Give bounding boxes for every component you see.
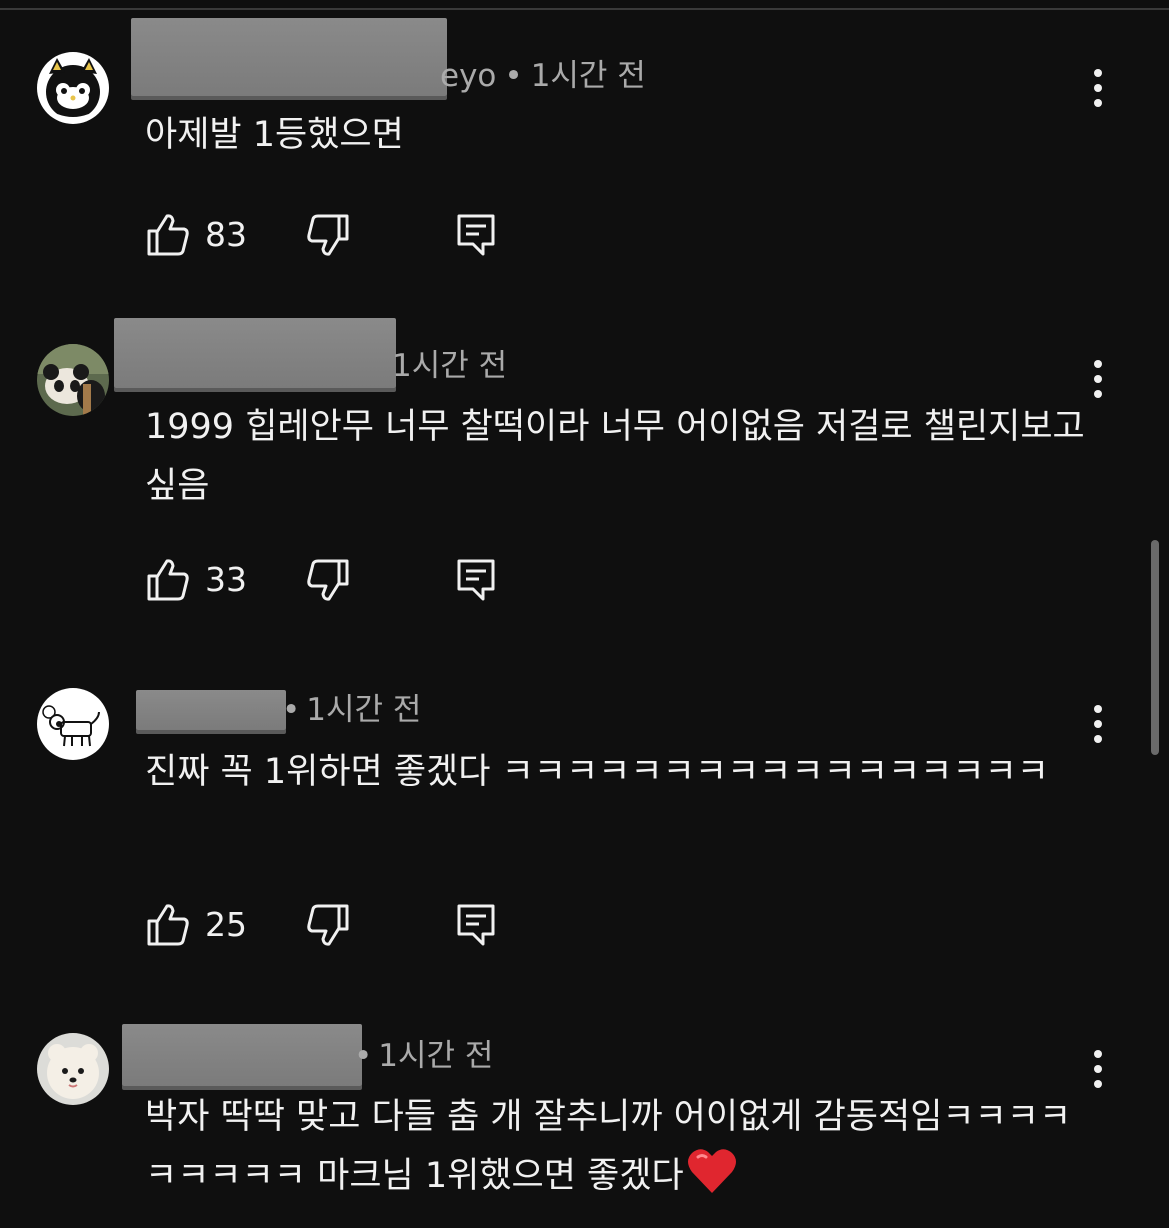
like-button[interactable]: 83 — [145, 212, 305, 258]
meta-separator: • — [504, 58, 523, 94]
heart-icon — [687, 1149, 736, 1193]
thumbs-up-icon — [147, 214, 189, 256]
reply-comment-icon — [457, 904, 495, 946]
author-name-suffix[interactable]: eyo — [440, 58, 496, 94]
author-name-redacted[interactable] — [114, 318, 396, 388]
more-vertical-icon — [1094, 69, 1102, 107]
more-options-button[interactable] — [1080, 1047, 1116, 1091]
thumbs-down-icon — [307, 904, 349, 946]
comment-time[interactable]: 1시간 전 — [392, 348, 507, 384]
comment-actions: 25 — [145, 901, 497, 949]
like-count: 25 — [205, 905, 247, 944]
avatar[interactable] — [37, 52, 109, 124]
cat-avatar-image — [37, 52, 109, 124]
meta-separator: • — [354, 1038, 373, 1074]
pomeranian-avatar-image — [37, 1033, 109, 1105]
reply-comment-icon — [457, 214, 495, 256]
more-options-button[interactable] — [1080, 357, 1116, 401]
reply-comment-icon — [457, 559, 495, 601]
top-divider — [0, 8, 1169, 10]
more-vertical-icon — [1094, 705, 1102, 743]
dislike-button[interactable] — [305, 212, 455, 258]
comment-meta: • 1시간 전 — [276, 690, 421, 730]
doodle-dog-avatar-image — [37, 688, 109, 760]
author-name-redacted[interactable] — [136, 690, 286, 730]
comment-text: 아제발 1등했으면 — [145, 115, 404, 155]
thumbs-down-icon — [307, 559, 349, 601]
reply-button[interactable] — [455, 557, 497, 603]
red-heart-emoji — [686, 1147, 738, 1214]
comment-time[interactable]: 1시간 전 — [306, 692, 421, 728]
like-button[interactable]: 25 — [145, 902, 305, 948]
more-vertical-icon — [1094, 360, 1102, 398]
like-count: 33 — [205, 560, 247, 599]
panda-avatar-image — [37, 344, 109, 416]
more-options-button[interactable] — [1080, 66, 1116, 110]
avatar[interactable] — [37, 688, 109, 760]
author-name-redacted[interactable] — [122, 1024, 362, 1086]
more-vertical-icon — [1094, 1050, 1102, 1088]
thumbs-up-icon — [147, 559, 189, 601]
thumbs-up-icon — [147, 904, 189, 946]
comment-time[interactable]: 1시간 전 — [531, 58, 646, 94]
comment-text: 진짜 꼭 1위하면 좋겠다 ㅋㅋㅋㅋㅋㅋㅋㅋㅋㅋㅋㅋㅋㅋㅋㅋㅋ — [145, 752, 1049, 792]
reply-button[interactable] — [455, 902, 497, 948]
comment-meta: eyo • 1시간 전 — [440, 56, 646, 96]
comment-text: 박자 딱딱 맞고 다들 춤 개 잘추니까 어이없게 감동적임ㅋㅋㅋㅋㅋㅋㅋㅋㅋ … — [145, 1088, 1075, 1214]
comment-text-content: 박자 딱딱 맞고 다들 춤 개 잘추니까 어이없게 감동적임ㅋㅋㅋㅋㅋㅋㅋㅋㅋ … — [145, 1097, 1072, 1196]
comment-meta: • 1시간 전 — [350, 1036, 493, 1076]
avatar[interactable] — [37, 344, 109, 416]
comment-actions: 33 — [145, 556, 497, 604]
comment-text: 1999 힙레안무 너무 찰떡이라 너무 어이없음 저걸로 챌린지보고싶음 — [145, 407, 1085, 506]
dislike-button[interactable] — [305, 557, 455, 603]
comment-actions: 83 — [145, 211, 497, 259]
scrollbar-thumb[interactable] — [1151, 540, 1159, 755]
avatar[interactable] — [37, 1033, 109, 1105]
reply-button[interactable] — [455, 212, 497, 258]
thumbs-down-icon — [307, 214, 349, 256]
comment-time[interactable]: 1시간 전 — [378, 1038, 493, 1074]
dislike-button[interactable] — [305, 902, 455, 948]
author-name-redacted[interactable] — [131, 18, 447, 96]
meta-separator: • — [282, 692, 301, 728]
comment-meta: 1시간 전 — [392, 346, 507, 386]
more-options-button[interactable] — [1080, 702, 1116, 746]
like-button[interactable]: 33 — [145, 557, 305, 603]
like-count: 83 — [205, 215, 247, 254]
